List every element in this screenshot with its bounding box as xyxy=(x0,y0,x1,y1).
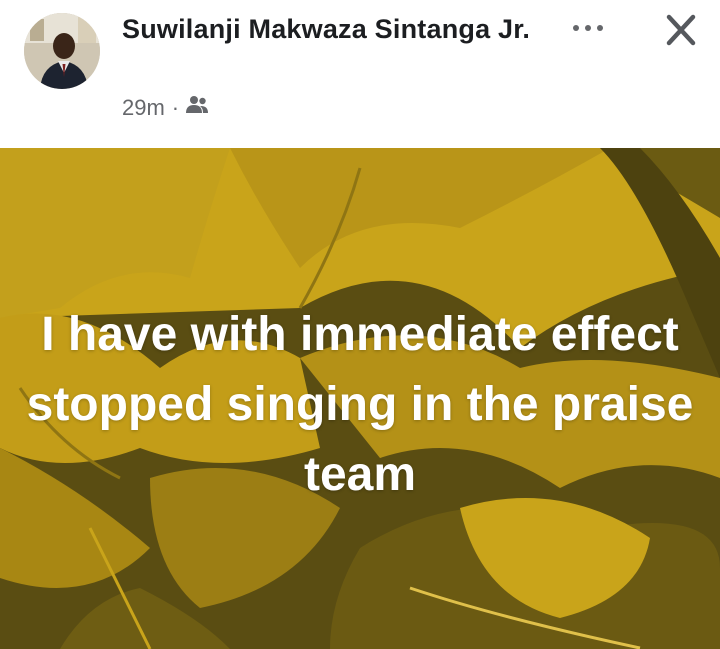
profile-photo xyxy=(24,13,100,89)
post-card: Suwilanji Makwaza Sintanga Jr. 29m · I h… xyxy=(0,0,720,649)
post-header: Suwilanji Makwaza Sintanga Jr. 29m · xyxy=(0,0,720,148)
post-text: I have with immediate effect stopped sin… xyxy=(26,308,694,501)
more-horizontal-icon xyxy=(573,25,603,31)
author-name[interactable]: Suwilanji Makwaza Sintanga Jr. xyxy=(122,12,542,47)
meta-separator: · xyxy=(171,95,180,120)
post-time[interactable]: 29m xyxy=(122,95,165,121)
close-button[interactable] xyxy=(656,10,706,50)
friends-icon xyxy=(185,95,209,121)
post-image[interactable]: I have with immediate effect stopped sin… xyxy=(0,148,720,649)
more-options-button[interactable] xyxy=(566,14,610,42)
post-meta: 29m · xyxy=(122,93,209,123)
close-icon xyxy=(666,14,696,46)
avatar[interactable] xyxy=(24,13,100,89)
